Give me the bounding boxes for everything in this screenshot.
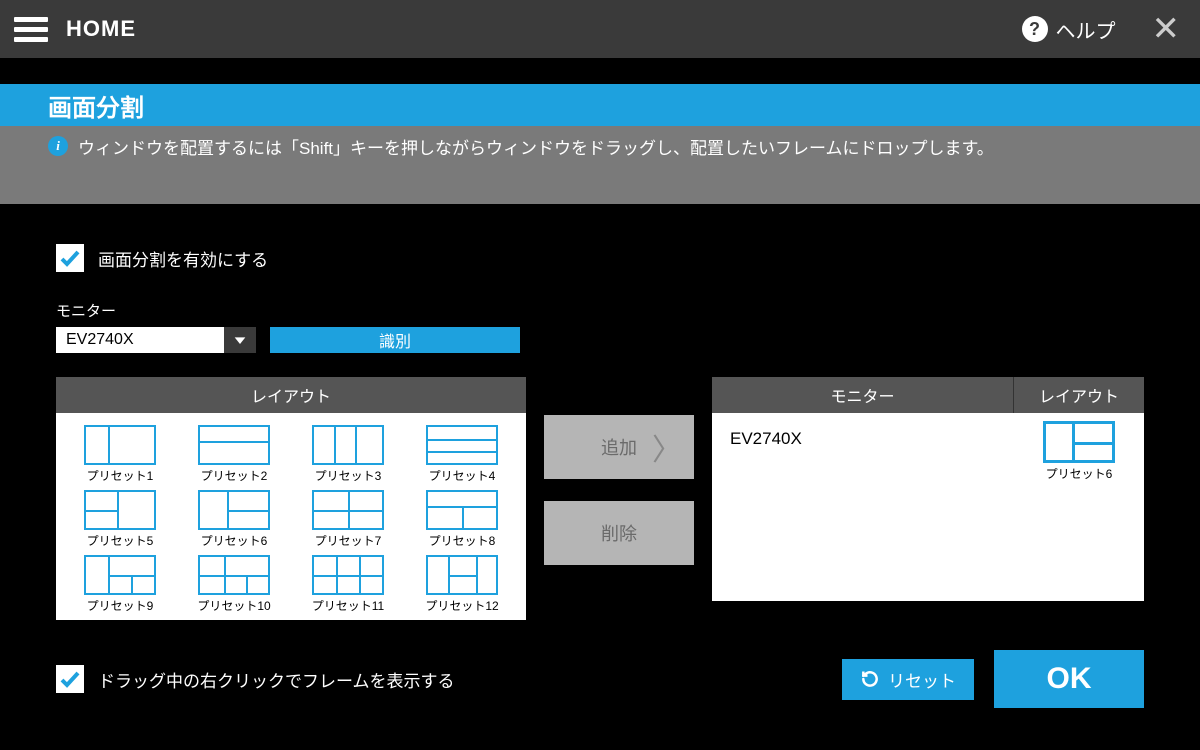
page-title: 画面分割 bbox=[0, 84, 1200, 126]
preset-4[interactable]: プリセット4 bbox=[406, 425, 518, 484]
refresh-icon bbox=[860, 669, 880, 689]
preset-grid: プリセット1 プリセット2 プリセット3 プリセット4 プリセット5 bbox=[56, 413, 526, 620]
preset-5[interactable]: プリセット5 bbox=[64, 490, 176, 549]
info-text: ウィンドウを配置するには「Shift」キーを押しながらウィンドウをドラッグし、配… bbox=[78, 134, 994, 159]
preset-1[interactable]: プリセット1 bbox=[64, 425, 176, 484]
drag-rightclick-label: ドラッグ中の右クリックでフレームを表示する bbox=[98, 667, 455, 692]
preset-10[interactable]: プリセット10 bbox=[178, 555, 290, 614]
preset-2[interactable]: プリセット2 bbox=[178, 425, 290, 484]
assigned-layout-header: レイアウト bbox=[1014, 377, 1144, 413]
enable-checkbox[interactable] bbox=[56, 244, 84, 272]
add-button[interactable]: 追加 〉 bbox=[544, 415, 694, 479]
delete-button[interactable]: 削除 bbox=[544, 501, 694, 565]
help-icon: ? bbox=[1022, 16, 1048, 42]
chevron-down-icon[interactable] bbox=[224, 327, 256, 353]
assigned-layout-cell[interactable]: プリセット6 bbox=[1014, 413, 1144, 601]
preset-9[interactable]: プリセット9 bbox=[64, 555, 176, 614]
assigned-monitor-cell[interactable]: EV2740X bbox=[712, 413, 1014, 601]
preset-11[interactable]: プリセット11 bbox=[292, 555, 404, 614]
info-icon: i bbox=[48, 136, 68, 156]
chevron-right-icon: 〉 bbox=[652, 425, 682, 469]
preset-6[interactable]: プリセット6 bbox=[178, 490, 290, 549]
close-icon[interactable]: ✕ bbox=[1146, 12, 1187, 46]
monitor-select-value: EV2740X bbox=[56, 327, 224, 353]
monitor-field-label: モニター bbox=[56, 300, 1144, 321]
reset-button[interactable]: リセット bbox=[842, 659, 974, 700]
identify-button[interactable]: 識別 bbox=[270, 327, 520, 353]
assigned-monitor-header: モニター bbox=[712, 377, 1014, 413]
assigned-preset-label: プリセット6 bbox=[1046, 465, 1113, 482]
layout-header: レイアウト bbox=[56, 377, 526, 413]
preset-7[interactable]: プリセット7 bbox=[292, 490, 404, 549]
enable-label: 画面分割を有効にする bbox=[98, 246, 268, 271]
info-strip: i ウィンドウを配置するには「Shift」キーを押しながらウィンドウをドラッグし… bbox=[0, 126, 1200, 204]
drag-rightclick-checkbox[interactable] bbox=[56, 665, 84, 693]
help-label: ヘルプ bbox=[1056, 15, 1116, 44]
home-label[interactable]: HOME bbox=[66, 16, 136, 42]
monitor-select[interactable]: EV2740X bbox=[56, 327, 256, 353]
help-button[interactable]: ? ヘルプ bbox=[1022, 15, 1116, 44]
preset-3[interactable]: プリセット3 bbox=[292, 425, 404, 484]
preset-8[interactable]: プリセット8 bbox=[406, 490, 518, 549]
ok-button[interactable]: OK bbox=[994, 650, 1144, 708]
preset-12[interactable]: プリセット12 bbox=[406, 555, 518, 614]
menu-icon[interactable] bbox=[14, 17, 48, 42]
